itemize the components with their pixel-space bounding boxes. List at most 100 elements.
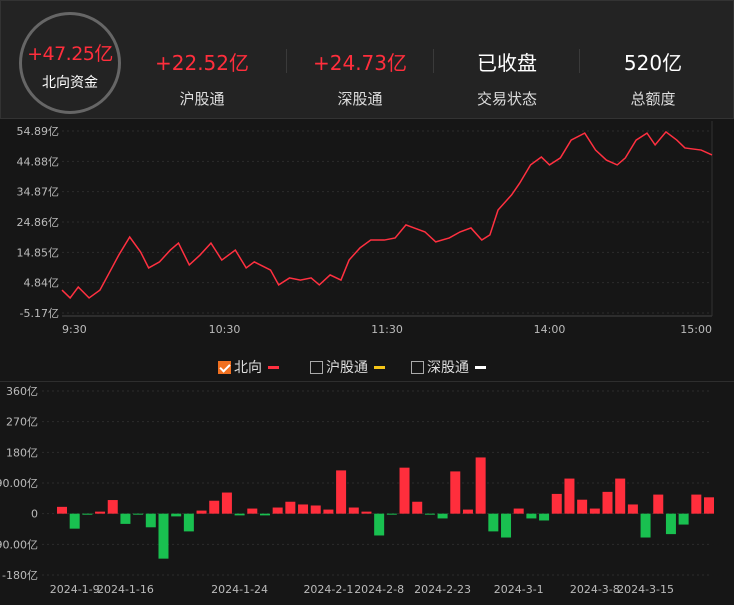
northbound-total-circle: +47.25亿 北向资金	[19, 12, 121, 114]
bar	[488, 513, 499, 532]
bar	[678, 513, 689, 525]
y-tick-label: -180亿	[2, 569, 38, 582]
bar	[234, 513, 245, 516]
bar	[247, 508, 258, 514]
bar	[107, 500, 118, 514]
stat-value: +22.52亿	[154, 51, 249, 75]
legend-northbound[interactable]: 北向	[218, 357, 279, 377]
bar	[209, 500, 220, 514]
stat-value: 520亿	[623, 51, 683, 75]
legend-swatch	[475, 365, 486, 369]
checkbox-unchecked[interactable]	[310, 360, 323, 374]
stat-value: +24.73亿	[312, 51, 407, 75]
x-tick-label: 11:30	[371, 323, 403, 336]
legend-label: 北向	[234, 360, 262, 376]
stat-value: 已收盘	[477, 51, 537, 75]
x-tick-label: 2024-1-9	[50, 583, 100, 596]
bar	[665, 513, 676, 535]
bar	[120, 513, 131, 524]
bar	[627, 504, 638, 514]
x-tick-label: 10:30	[209, 323, 241, 336]
bar	[285, 501, 296, 514]
bar	[564, 478, 575, 514]
stat-label: 交易状态	[476, 90, 537, 108]
stat-sh-connect: +22.52亿 沪股通	[129, 47, 275, 109]
bar	[577, 499, 588, 514]
bar	[133, 513, 144, 515]
bar	[386, 513, 397, 515]
stat-trading-status: 已收盘 交易状态	[434, 47, 580, 109]
x-tick-label: 2024-2-1	[303, 583, 353, 596]
legend-sh-connect[interactable]: 沪股通	[310, 357, 385, 377]
bar	[640, 513, 651, 538]
legend-label: 深股通	[427, 360, 469, 376]
bar	[589, 508, 600, 514]
bar	[298, 504, 309, 514]
bar	[551, 493, 562, 514]
stat-sz-connect: +24.73亿 深股通	[287, 47, 433, 109]
legend-swatch	[374, 365, 385, 369]
bar	[259, 513, 270, 516]
stat-label: 总额度	[630, 90, 676, 108]
x-tick-label: 2024-3-15	[617, 583, 674, 596]
y-tick-label: 54.89亿	[17, 125, 60, 138]
bar	[450, 471, 461, 514]
bar	[399, 467, 410, 514]
bar	[691, 494, 702, 514]
bar	[272, 507, 283, 514]
bar	[374, 513, 385, 536]
bar	[539, 513, 550, 521]
y-tick-label: 360亿	[6, 385, 38, 398]
x-tick-label: 9:30	[62, 323, 87, 336]
daily-bar-chart: 360亿270亿180亿90.00亿0-90.00亿-180亿2024-1-92…	[0, 385, 714, 596]
bar	[348, 507, 359, 514]
y-tick-label: 270亿	[6, 416, 38, 429]
y-tick-label: -5.17亿	[20, 307, 59, 320]
bar	[323, 509, 334, 514]
bar	[704, 497, 714, 514]
bar	[310, 505, 321, 514]
y-tick-label: -90.00亿	[0, 538, 38, 551]
legend-label: 沪股通	[326, 360, 368, 376]
bar	[57, 506, 67, 514]
y-tick-label: 24.86亿	[17, 216, 60, 229]
bar	[475, 457, 486, 514]
legend-sz-connect[interactable]: 深股通	[411, 357, 486, 377]
intraday-line-chart: 54.89亿 44.88亿 34.87亿 24.86亿 14.85亿 4.84亿 -5.17…	[17, 121, 713, 336]
x-tick-label: 2024-3-8	[570, 583, 620, 596]
x-tick-label: 2024-1-24	[211, 583, 268, 596]
northbound-label: 北向资金	[42, 75, 98, 91]
bar	[158, 513, 169, 559]
x-tick-label: 15:00	[680, 323, 712, 336]
y-tick-label: 4.84亿	[24, 277, 60, 290]
bar	[602, 491, 613, 514]
x-tick-label: 14:00	[534, 323, 566, 336]
bar	[69, 513, 80, 529]
y-tick-label: 14.85亿	[17, 246, 60, 259]
bar	[615, 478, 626, 514]
bar	[653, 494, 664, 514]
checkbox-checked[interactable]	[218, 360, 231, 374]
x-tick-label: 2024-1-16	[97, 583, 154, 596]
bar	[526, 513, 537, 519]
bar	[145, 513, 156, 528]
stat-label: 沪股通	[179, 90, 225, 108]
y-tick-label: 0	[31, 508, 38, 521]
bar	[171, 513, 182, 517]
x-tick-label: 2024-2-23	[414, 583, 471, 596]
bar	[361, 511, 372, 514]
bar	[82, 513, 93, 515]
checkbox-unchecked[interactable]	[411, 360, 424, 374]
x-tick-label: 2024-2-8	[354, 583, 404, 596]
stat-total-quota: 520亿 总额度	[580, 47, 726, 109]
chart-legend: 北向 沪股通 深股通	[0, 357, 734, 377]
bar	[95, 511, 106, 514]
stat-label: 深股通	[337, 90, 383, 108]
bar	[501, 513, 512, 538]
y-tick-label: 90.00亿	[0, 477, 38, 490]
bar	[424, 513, 435, 515]
bar	[336, 470, 347, 514]
bar	[196, 510, 207, 514]
bar	[221, 492, 232, 514]
bar	[412, 501, 423, 514]
